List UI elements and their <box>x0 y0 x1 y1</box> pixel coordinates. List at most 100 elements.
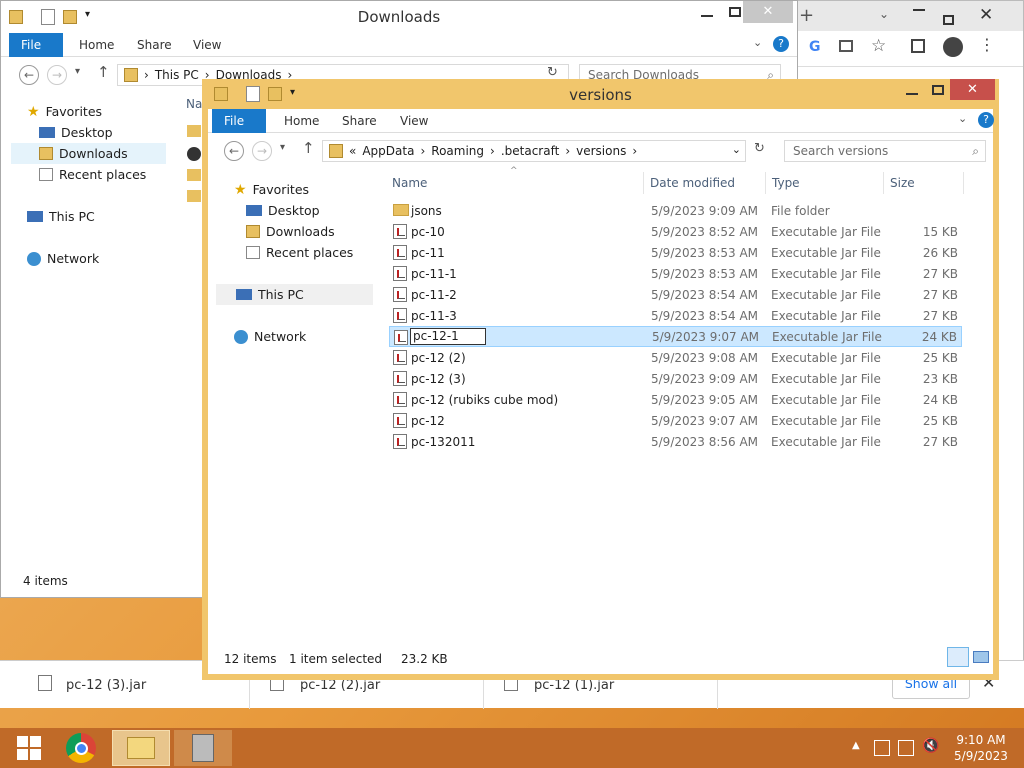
share-icon[interactable] <box>839 40 853 52</box>
up-icon[interactable]: ↑ <box>302 139 315 157</box>
back-icon[interactable]: ← <box>224 141 244 161</box>
tab-share[interactable]: Share <box>330 109 389 133</box>
google-icon[interactable]: G <box>809 39 821 55</box>
minimize-icon[interactable] <box>701 15 713 17</box>
help-icon[interactable]: ? <box>773 36 789 52</box>
nav-network[interactable]: Network <box>27 248 99 269</box>
taskbar-chrome-button[interactable] <box>52 730 110 766</box>
close-button[interactable]: ✕ <box>950 79 995 100</box>
up-icon[interactable]: ↑ <box>97 63 110 81</box>
show-hidden-icons-icon[interactable]: ▲ <box>852 740 860 751</box>
file-name: pc-11-1 <box>411 266 457 281</box>
maximize-icon[interactable] <box>729 7 741 17</box>
tab-file[interactable]: File <box>212 109 266 133</box>
network-tray-icon[interactable] <box>898 740 914 756</box>
file-size: 27 KB <box>922 266 958 281</box>
close-icon[interactable]: ✕ <box>979 5 993 25</box>
nav-label: Recent places <box>59 167 147 182</box>
nav-this-pc[interactable]: This PC <box>216 284 373 305</box>
maximize-icon[interactable] <box>932 85 944 95</box>
address-dropdown-icon[interactable]: ⌄ <box>732 143 741 156</box>
nav-recent-places[interactable]: Recent places <box>246 242 353 263</box>
new-tab-icon[interactable]: + <box>799 5 814 26</box>
help-icon[interactable]: ? <box>978 112 994 128</box>
column-size-header[interactable]: Size <box>886 172 964 194</box>
back-icon[interactable]: ← <box>19 65 39 85</box>
table-row[interactable]: pc-12-1 5/9/2023 9:07 AM Executable Jar Fi… <box>389 326 962 347</box>
table-row[interactable]: pc-10 5/9/2023 8:52 AM Executable Jar File… <box>389 221 962 242</box>
taskbar-explorer-button[interactable] <box>112 730 170 766</box>
file-name: pc-11-3 <box>411 308 457 323</box>
volume-muted-icon[interactable]: 🔇 <box>922 738 939 754</box>
maximize-icon[interactable] <box>943 15 954 25</box>
forward-icon[interactable]: → <box>47 65 67 85</box>
nav-network[interactable]: Network <box>234 326 306 347</box>
table-row[interactable]: pc-132011 5/9/2023 8:56 AM Executable Jar … <box>389 431 962 452</box>
table-row[interactable]: pc-11-3 5/9/2023 8:54 AM Executable Jar Fi… <box>389 305 962 326</box>
close-button[interactable]: ✕ <box>743 1 793 23</box>
tab-share[interactable]: Share <box>125 33 184 57</box>
tab-view[interactable]: View <box>388 109 440 133</box>
nav-downloads[interactable]: Downloads <box>246 221 335 242</box>
nav-this-pc[interactable]: This PC <box>27 206 95 227</box>
tab-view[interactable]: View <box>181 33 233 57</box>
refresh-icon[interactable]: ↻ <box>754 141 765 156</box>
avatar[interactable] <box>943 37 963 57</box>
clock[interactable]: 9:10 AM 5/9/2023 <box>948 732 1014 764</box>
file-size: 25 KB <box>922 350 958 365</box>
details-view-icon[interactable] <box>947 647 969 667</box>
nav-downloads[interactable]: Downloads <box>11 143 166 164</box>
more-menu-icon[interactable]: ⋮ <box>979 35 995 54</box>
table-row[interactable]: pc-12 (3) 5/9/2023 9:09 AM Executable Jar … <box>389 368 962 389</box>
tab-home[interactable]: Home <box>272 109 331 133</box>
address-bar-row: ← → ▾ ↑ « AppData › Roaming › .betacraft… <box>208 133 993 169</box>
breadcrumb-item[interactable]: versions <box>576 144 626 158</box>
side-panel-icon[interactable] <box>911 39 925 53</box>
nav-recent-places[interactable]: Recent places <box>39 164 146 185</box>
table-row[interactable]: pc-12 (2) 5/9/2023 9:08 AM Executable Jar … <box>389 347 962 368</box>
nav-desktop[interactable]: Desktop <box>39 122 113 143</box>
star-icon: ★ <box>27 103 40 120</box>
table-row[interactable]: jsons 5/9/2023 9:09 AM File folder <box>389 200 962 221</box>
expand-ribbon-icon[interactable]: ⌄ <box>958 112 967 125</box>
column-date-header[interactable]: Date modified <box>646 172 766 194</box>
large-icons-view-icon[interactable] <box>973 651 989 663</box>
rename-input[interactable]: pc-12-1 <box>410 328 486 345</box>
table-row[interactable]: pc-11-2 5/9/2023 8:54 AM Executable Jar Fi… <box>389 284 962 305</box>
column-type-header[interactable]: Type <box>768 172 884 194</box>
nav-label: Recent places <box>266 245 354 260</box>
file-name: pc-12 (3) <box>411 371 466 386</box>
breadcrumb-overflow[interactable]: « <box>349 144 356 158</box>
breadcrumb-item[interactable]: AppData <box>362 144 414 158</box>
taskbar-app-button[interactable] <box>174 730 232 766</box>
minimize-icon[interactable] <box>913 9 925 11</box>
expand-ribbon-icon[interactable]: ⌄ <box>753 36 762 49</box>
recent-locations-icon[interactable]: ▾ <box>280 142 285 153</box>
table-row[interactable]: pc-11 5/9/2023 8:53 AM Executable Jar File… <box>389 242 962 263</box>
table-row[interactable]: pc-11-1 5/9/2023 8:53 AM Executable Jar Fi… <box>389 263 962 284</box>
action-center-flag-icon[interactable] <box>874 740 890 756</box>
tab-search-icon[interactable]: ⌄ <box>879 7 889 21</box>
file-name: pc-132011 <box>411 434 476 449</box>
minimize-icon[interactable] <box>906 93 918 95</box>
breadcrumb[interactable]: « AppData › Roaming › .betacraft › versi… <box>322 140 746 162</box>
file-name: jsons <box>411 203 442 218</box>
breadcrumb-item[interactable]: This PC <box>155 68 199 82</box>
nav-desktop[interactable]: Desktop <box>246 200 320 221</box>
tab-file[interactable]: File <box>9 33 63 57</box>
refresh-icon[interactable]: ↻ <box>547 65 558 80</box>
downloads-folder-icon <box>246 225 260 238</box>
nav-favorites[interactable]: ★ Favorites <box>27 101 102 122</box>
table-row[interactable]: pc-12 (rubiks cube mod) 5/9/2023 9:05 AM E… <box>389 389 962 410</box>
forward-icon[interactable]: → <box>252 141 272 161</box>
start-button[interactable] <box>0 730 58 766</box>
recent-locations-icon[interactable]: ▾ <box>75 66 80 77</box>
bookmark-star-icon[interactable]: ☆ <box>871 36 886 56</box>
column-name-header[interactable]: Na <box>186 97 202 111</box>
table-row[interactable]: pc-12 5/9/2023 9:07 AM Executable Jar File… <box>389 410 962 431</box>
search-input[interactable]: Search versions ⌕ <box>784 140 986 162</box>
tab-home[interactable]: Home <box>67 33 126 57</box>
breadcrumb-item[interactable]: Roaming <box>431 144 484 158</box>
breadcrumb-item[interactable]: .betacraft <box>501 144 559 158</box>
nav-favorites[interactable]: ★ Favorites <box>234 179 309 200</box>
